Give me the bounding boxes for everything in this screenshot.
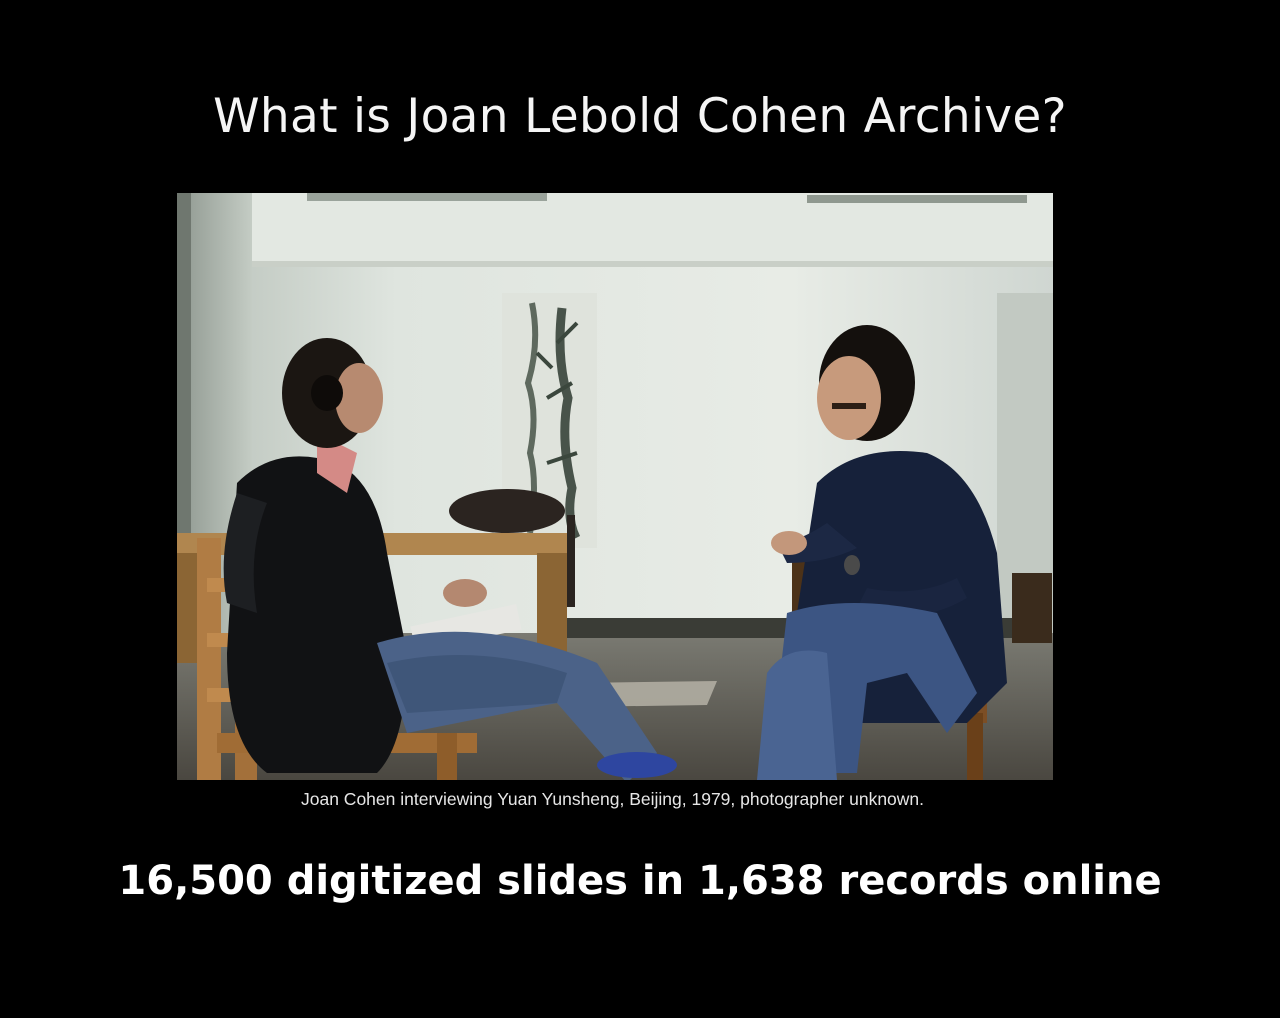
slide-title: What is Joan Lebold Cohen Archive? [213, 89, 1067, 144]
archive-statistics: 16,500 digitized slides in 1,638 records… [118, 858, 1162, 904]
archive-photograph [177, 193, 1053, 780]
photo-caption: Joan Cohen interviewing Yuan Yunsheng, B… [301, 789, 925, 809]
presentation-slide: What is Joan Lebold Cohen Archive? Joan … [0, 0, 1280, 1018]
photograph-image [177, 193, 1053, 780]
